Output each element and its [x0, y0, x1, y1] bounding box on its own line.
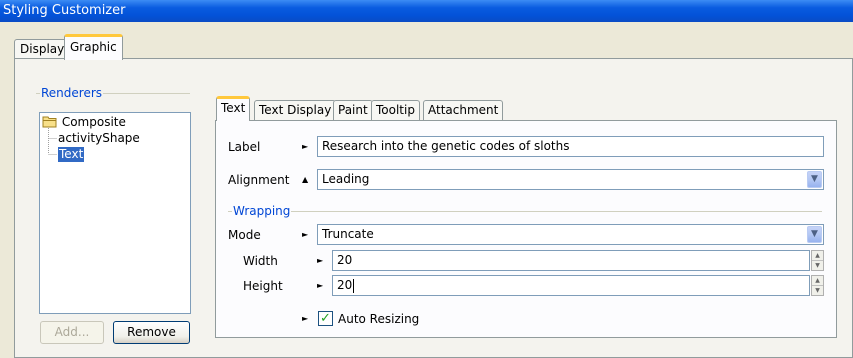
checkmark-icon: ✓ — [320, 311, 331, 326]
width-spinner-buttons[interactable]: ▲ ▼ — [811, 250, 824, 271]
height-spin-down-icon[interactable]: ▼ — [812, 286, 823, 295]
renderers-tree[interactable]: Composite activityShape Text — [39, 112, 191, 314]
mode-dropdown-icon[interactable]: ▼ — [807, 226, 822, 243]
width-spinner-input[interactable]: 20 — [332, 250, 810, 271]
wrapping-group-title: Wrapping — [232, 204, 292, 218]
tab-text[interactable]: Text — [216, 96, 251, 121]
tab-paint[interactable]: Paint — [333, 100, 373, 120]
alignment-dropdown-icon[interactable]: ▼ — [807, 171, 822, 188]
tree-item-text[interactable]: Text — [58, 147, 85, 162]
width-expand-arrow-icon[interactable]: ► — [317, 256, 323, 266]
height-spinner-input[interactable]: 20 — [332, 275, 810, 296]
alignment-select[interactable]: Leading ▼ — [317, 169, 824, 190]
tab-display-label: Display — [20, 42, 65, 56]
label-input-value: Research into the genetic codes of sloth… — [322, 139, 570, 153]
alignment-field-name: Alignment — [228, 173, 290, 187]
mode-select[interactable]: Truncate ▼ — [317, 224, 824, 245]
remove-button[interactable]: Remove — [113, 321, 190, 344]
folder-icon — [42, 116, 57, 128]
wrapping-group-line — [228, 211, 822, 212]
alignment-collapse-arrow-icon[interactable]: ▲ — [302, 175, 308, 185]
mode-expand-arrow-icon[interactable]: ► — [302, 230, 308, 240]
window-titlebar[interactable]: Styling Customizer — [0, 0, 853, 22]
add-button[interactable]: Add... — [40, 321, 104, 344]
label-field-name: Label — [228, 140, 261, 154]
tab-display[interactable]: Display — [14, 39, 71, 59]
width-field-name: Width — [243, 254, 278, 268]
text-caret — [353, 278, 355, 293]
height-expand-arrow-icon[interactable]: ► — [317, 281, 323, 291]
tab-tooltip[interactable]: Tooltip — [371, 100, 420, 120]
tree-item-activityshape-label: activityShape — [58, 131, 140, 145]
height-spinner-buttons[interactable]: ▲ ▼ — [811, 275, 824, 296]
tree-item-activityshape[interactable]: activityShape — [58, 131, 140, 146]
window-title: Styling Customizer — [3, 3, 126, 18]
auto-resizing-checkbox[interactable]: ✓ — [318, 311, 333, 326]
tab-graphic-label: Graphic — [70, 40, 117, 54]
tab-attachment-label: Attachment — [428, 103, 499, 117]
auto-resizing-label: Auto Resizing — [338, 312, 420, 326]
tab-tooltip-label: Tooltip — [376, 103, 415, 117]
tab-paint-label: Paint — [338, 103, 368, 117]
tree-item-text-label: Text — [59, 147, 84, 161]
tab-attachment[interactable]: Attachment — [423, 100, 504, 120]
width-spinner-value: 20 — [337, 253, 353, 267]
width-spin-up-icon[interactable]: ▲ — [812, 251, 823, 261]
mode-field-name: Mode — [228, 228, 261, 242]
auto-resizing-expand-arrow-icon[interactable]: ► — [302, 314, 308, 324]
tab-text-label: Text — [221, 101, 246, 115]
mode-select-value: Truncate — [322, 227, 374, 241]
height-field-name: Height — [243, 279, 283, 293]
renderers-group-title: Renderers — [40, 86, 104, 100]
height-spin-up-icon[interactable]: ▲ — [812, 276, 823, 286]
width-spin-down-icon[interactable]: ▼ — [812, 261, 823, 270]
tab-graphic[interactable]: Graphic — [64, 34, 123, 60]
tab-text-display-label: Text Display — [259, 103, 332, 117]
label-expand-arrow-icon[interactable]: ► — [302, 142, 308, 152]
height-spinner-value: 20 — [337, 278, 353, 292]
tab-text-display[interactable]: Text Display — [254, 100, 337, 120]
alignment-select-value: Leading — [322, 172, 370, 186]
tree-item-composite-label: Composite — [61, 115, 126, 129]
label-input[interactable]: Research into the genetic codes of sloth… — [317, 136, 824, 157]
